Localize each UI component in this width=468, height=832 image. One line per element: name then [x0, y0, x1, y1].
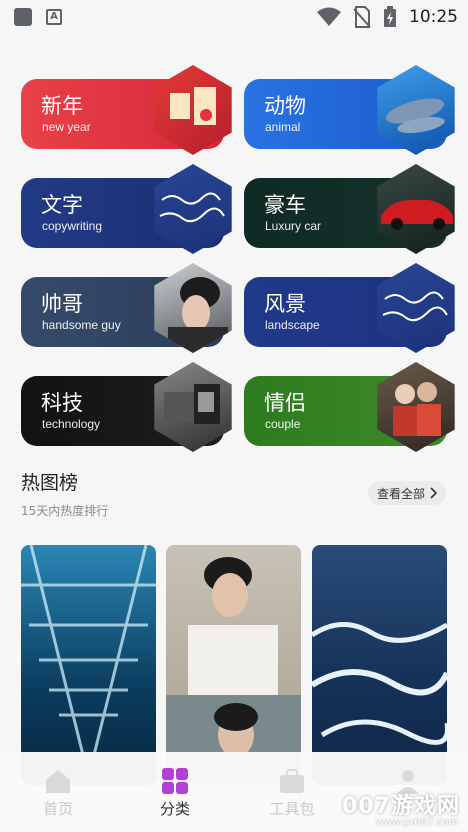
- status-right: 10:25: [317, 6, 458, 28]
- category-card-luxury-car[interactable]: 豪车 Luxury car: [244, 164, 455, 254]
- hot-list-subtitle: 15天内热度排行: [21, 504, 109, 518]
- category-title: 帅哥: [41, 292, 83, 316]
- hot-list-title: 热图榜: [21, 472, 79, 494]
- category-card-animal[interactable]: 动物 animal: [244, 65, 455, 155]
- category-title: 风景: [264, 292, 306, 316]
- category-title: 豪车: [264, 193, 306, 217]
- notification-app-icon: [14, 8, 32, 26]
- tab-label: 工具包: [269, 800, 315, 818]
- category-card-couple[interactable]: 情侣 couple: [244, 362, 455, 452]
- category-subtitle: copywriting: [42, 219, 103, 233]
- tab-category[interactable]: 分类: [135, 766, 215, 819]
- home-icon: [46, 770, 70, 793]
- category-title: 科技: [41, 391, 83, 415]
- see-all-label: 查看全部: [376, 486, 425, 501]
- battery-charging-icon: [384, 6, 396, 27]
- category-subtitle: handsome guy: [42, 318, 121, 332]
- category-title: 新年: [41, 94, 83, 118]
- category-title: 动物: [264, 94, 306, 118]
- category-subtitle: landscape: [265, 318, 320, 332]
- category-card-landscape[interactable]: 风景 landscape: [244, 263, 455, 353]
- category-subtitle: new year: [42, 120, 91, 134]
- hot-image-waves[interactable]: [312, 545, 447, 785]
- watermark-text: 007游戏网: [342, 794, 460, 819]
- category-subtitle: animal: [265, 120, 301, 134]
- tab-home[interactable]: 首页: [18, 766, 98, 819]
- watermark-url: www.yx007.com: [375, 817, 458, 828]
- category-card-handsome-guy[interactable]: 帅哥 handsome guy: [21, 263, 232, 353]
- category-title: 文字: [41, 193, 83, 217]
- tab-toolkit[interactable]: 工具包: [252, 766, 332, 819]
- status-bar: A 10:25: [0, 0, 468, 34]
- toolbox-icon: [280, 769, 304, 793]
- hot-image-bridge[interactable]: [21, 545, 156, 785]
- chevron-right-icon: [430, 487, 437, 499]
- wifi-icon: [317, 7, 341, 26]
- see-all-button[interactable]: 查看全部: [368, 481, 446, 505]
- app-screen: A 10:25 新年 new year 动物 animal 文字 copywri…: [0, 0, 468, 832]
- notification-a-icon: A: [46, 9, 62, 25]
- hot-image-portrait[interactable]: [166, 545, 301, 785]
- clock: 10:25: [409, 7, 458, 27]
- category-title: 情侣: [264, 391, 306, 415]
- tab-label: 分类: [159, 800, 190, 818]
- tab-label: 首页: [42, 800, 73, 818]
- category-subtitle: technology: [42, 417, 101, 431]
- grid-icon: [162, 768, 188, 794]
- category-subtitle: couple: [265, 417, 301, 431]
- category-card-copywriting[interactable]: 文字 copywriting: [21, 164, 232, 254]
- no-sim-icon: [353, 6, 371, 28]
- category-card-technology[interactable]: 科技 technology: [21, 362, 232, 452]
- category-card-new-year[interactable]: 新年 new year: [21, 65, 232, 155]
- category-subtitle: Luxury car: [265, 219, 322, 233]
